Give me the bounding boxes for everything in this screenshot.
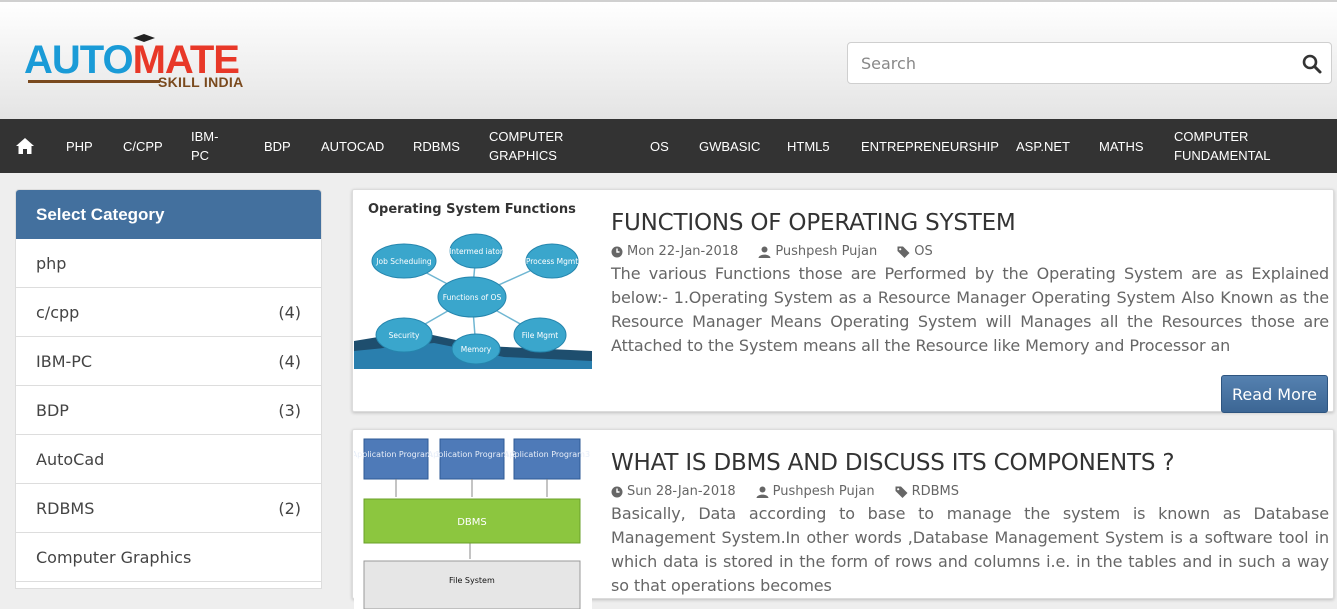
category-label: IBM-PC <box>36 351 93 371</box>
category-label: BDP <box>36 400 69 420</box>
nav-item-asp-net[interactable]: ASP.NET <box>1016 119 1070 173</box>
nav-item-entrepreneurship[interactable]: ENTREPRENEURSHIP <box>861 119 999 173</box>
search-box <box>847 42 1332 84</box>
user-icon <box>758 246 771 258</box>
nav-item-computer-graphics[interactable]: COMPUTER GRAPHICS <box>489 119 569 173</box>
category-label: AutoCad <box>36 449 105 469</box>
post-excerpt: The various Functions those are Performe… <box>611 264 1329 355</box>
post-thumbnail[interactable]: Operating System Functions Job Schedulin… <box>354 191 592 369</box>
post-meta: Sun 28-Jan-2018 Pushpesh Pujan RDBMS <box>611 484 979 499</box>
clock-icon <box>611 246 623 257</box>
clock-icon <box>611 486 623 497</box>
post-author[interactable]: Pushpesh Pujan <box>756 484 875 499</box>
nav-item-bdp[interactable]: BDP <box>264 119 291 173</box>
post-tag[interactable]: RDBMS <box>895 484 959 499</box>
thumb-node: Intermed iator <box>449 247 504 256</box>
post-date: Mon 22-Jan-2018 <box>611 244 738 259</box>
nav-item-autocad[interactable]: AUTOCAD <box>321 119 384 173</box>
post-title[interactable]: FUNCTIONS OF OPERATING SYSTEM <box>611 210 1016 236</box>
category-count: (4) <box>278 302 301 322</box>
category-label: Computer Graphics <box>36 547 192 567</box>
category-label: php <box>36 253 67 273</box>
category-item-ibm-pc[interactable]: IBM-PC (4) <box>16 337 321 386</box>
search-icon[interactable] <box>1299 51 1325 77</box>
category-sidebar: Select Category php c/cpp (4) IBM-PC (4)… <box>15 189 322 589</box>
thumb-node: Functions of OS <box>443 293 502 302</box>
tag-icon <box>897 246 910 258</box>
thumb-node: Job Scheduling <box>375 257 432 266</box>
search-input[interactable] <box>849 44 1279 82</box>
thumb-node: Security <box>389 331 420 340</box>
logo-underline <box>28 80 160 83</box>
category-item-rdbms[interactable]: RDBMS (2) <box>16 484 321 533</box>
category-item-php[interactable]: php <box>16 239 321 288</box>
home-icon[interactable] <box>15 136 35 156</box>
nav-item-maths[interactable]: MATHS <box>1099 119 1144 173</box>
main-nav: PHP C/CPP IBM-PC BDP AUTOCAD RDBMS COMPU… <box>0 119 1337 173</box>
nav-item-ibm-pc[interactable]: IBM-PC <box>191 119 231 173</box>
thumb-dbms-label: DBMS <box>457 517 487 528</box>
category-count: (4) <box>278 351 301 371</box>
read-more-button[interactable]: Read More <box>1221 375 1328 413</box>
post-card: Application Program 1 Application Progra… <box>352 429 1334 609</box>
post-meta: Mon 22-Jan-2018 Pushpesh Pujan OS <box>611 244 953 259</box>
site-header: AUTOMATE SKILL INDIA <box>0 0 1337 119</box>
user-icon <box>756 486 769 498</box>
post-thumbnail[interactable]: Application Program 1 Application Progra… <box>354 431 592 609</box>
category-count: (2) <box>278 498 301 518</box>
site-logo[interactable]: AUTOMATE SKILL INDIA <box>24 34 254 92</box>
thumb-fs-label: File System <box>449 576 495 585</box>
nav-item-rdbms[interactable]: RDBMS <box>413 119 460 173</box>
logo-subtitle: SKILL INDIA <box>158 74 244 90</box>
thumb-node: Process Mgmt <box>526 257 578 266</box>
category-count: (3) <box>278 400 301 420</box>
thumb-node: File Mgmt <box>522 331 558 340</box>
category-item-c-cpp[interactable]: c/cpp (4) <box>16 288 321 337</box>
tag-icon <box>895 486 908 498</box>
category-item-bdp[interactable]: BDP (3) <box>16 386 321 435</box>
nav-item-c-cpp[interactable]: C/CPP <box>123 119 163 173</box>
nav-item-os[interactable]: OS <box>650 119 669 173</box>
post-excerpt: Basically, Data according to base to man… <box>611 504 1329 595</box>
category-label: RDBMS <box>36 498 95 518</box>
category-item-autocad[interactable]: AutoCad <box>16 435 321 484</box>
nav-item-php[interactable]: PHP <box>66 119 93 173</box>
category-item-computer-graphics[interactable]: Computer Graphics <box>16 533 321 582</box>
post-author[interactable]: Pushpesh Pujan <box>758 244 877 259</box>
sidebar-title: Select Category <box>16 190 321 239</box>
thumb-title: Operating System Functions <box>368 202 576 217</box>
thumb-node: Memory <box>461 345 492 354</box>
post-date: Sun 28-Jan-2018 <box>611 484 736 499</box>
post-title[interactable]: WHAT IS DBMS AND DISCUSS ITS COMPONENTS … <box>611 450 1175 476</box>
category-label: c/cpp <box>36 302 80 322</box>
graduation-cap-icon <box>133 34 155 42</box>
nav-item-gwbasic[interactable]: GWBASIC <box>699 119 760 173</box>
post-card: Operating System Functions Job Schedulin… <box>352 189 1334 413</box>
post-tag[interactable]: OS <box>897 244 933 259</box>
thumb-app-label: Application Program3 <box>504 450 590 459</box>
nav-item-html5[interactable]: HTML5 <box>787 119 830 173</box>
nav-item-computer-fundamental[interactable]: COMPUTER FUNDAMENTAL <box>1174 119 1274 173</box>
